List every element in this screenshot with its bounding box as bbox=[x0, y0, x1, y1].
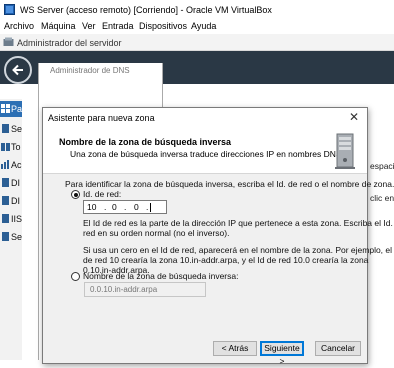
network-id-label: Id. de red: bbox=[83, 189, 122, 199]
chart-icon bbox=[1, 160, 9, 169]
server-icon bbox=[2, 124, 9, 133]
wizard-step-subtitle: Una zona de búsqueda inversa traduce dir… bbox=[70, 149, 344, 159]
zone-name-label: Nombre de la zona de búsqueda inversa: bbox=[83, 271, 239, 281]
network-id-octet-2[interactable]: 0 bbox=[112, 202, 117, 212]
sidebar-item-dhcp[interactable]: DI bbox=[0, 175, 22, 191]
octet-separator: . bbox=[104, 202, 107, 212]
zone-name-radio[interactable] bbox=[71, 272, 80, 281]
new-zone-wizard-dialog: Asistente para nueva zona ✕ Nombre de la… bbox=[42, 107, 394, 366]
dialog-title-bar: Asistente para nueva zona ✕ bbox=[43, 108, 367, 128]
menu-maquina[interactable]: Máquina bbox=[41, 21, 76, 31]
menu-ver[interactable]: Ver bbox=[82, 21, 96, 31]
network-id-octet-1[interactable]: 10 bbox=[87, 202, 96, 212]
sidebar-item-panel[interactable]: Pa bbox=[0, 101, 22, 117]
sidebar-item-label: Se bbox=[11, 232, 23, 242]
wizard-header: Nombre de la zona de búsqueda inversa Un… bbox=[43, 128, 367, 174]
next-button[interactable]: Siguiente > bbox=[260, 341, 304, 366]
sidebar-item-local-server[interactable]: Se bbox=[0, 121, 22, 137]
sidebar-item-label: Pa bbox=[11, 104, 23, 114]
iis-icon bbox=[2, 214, 9, 223]
sidebar-item-label: DI bbox=[11, 178, 20, 188]
back-navigation-button[interactable] bbox=[4, 56, 32, 84]
sidebar-item-dns[interactable]: DI bbox=[0, 193, 22, 209]
help-text-line: red en su orden normal (no el inverso). bbox=[83, 228, 230, 238]
menu-ayuda[interactable]: Ayuda bbox=[191, 21, 216, 31]
zero-note-line: Si usa un cero en el Id de red, aparecer… bbox=[83, 245, 394, 255]
help-text-line: El Id de red es la parte de la dirección… bbox=[83, 218, 394, 228]
network-icon bbox=[2, 178, 9, 187]
server-manager-icon bbox=[3, 37, 14, 46]
background-text-fragment: espacio bbox=[370, 161, 394, 171]
zone-name-input[interactable]: 0.0.10.in-addr.arpa bbox=[84, 282, 206, 297]
network-id-input[interactable]: 10 . 0 . 0 . bbox=[83, 200, 167, 214]
sidebar-item-ad[interactable]: Ac bbox=[0, 157, 22, 173]
background-text-fragment: clic en Ze bbox=[370, 193, 394, 203]
menu-dispositivos[interactable]: Dispositivos bbox=[139, 21, 187, 31]
server-manager-title: Administrador del servidor bbox=[17, 38, 122, 48]
instruction-text: Para identificar la zona de búsqueda inv… bbox=[65, 179, 394, 189]
services-icon bbox=[2, 232, 9, 241]
server-manager-sidebar: Pa Se To Ac DI DI IIS Se bbox=[0, 99, 22, 360]
octet-separator: . bbox=[146, 202, 149, 212]
server-manager-title-bar: Administrador del servidor bbox=[0, 34, 394, 51]
sidebar-item-services[interactable]: Se bbox=[0, 229, 22, 245]
network-id-octet-3[interactable]: 0 bbox=[134, 202, 139, 212]
guest-screen: Administrador del servidor Pa Se To Ac D… bbox=[0, 34, 394, 366]
sidebar-item-iis[interactable]: IIS bbox=[0, 211, 22, 227]
dns-icon bbox=[2, 196, 9, 205]
sidebar-item-label: To bbox=[11, 142, 21, 152]
cancel-button[interactable]: Cancelar bbox=[315, 341, 361, 356]
octet-separator: . bbox=[124, 202, 127, 212]
close-icon[interactable]: ✕ bbox=[349, 110, 359, 124]
server-tower-icon bbox=[335, 133, 355, 169]
sidebar-item-label: IIS bbox=[11, 214, 23, 224]
dashboard-icon bbox=[1, 104, 10, 113]
window-title: WS Server (acceso remoto) [Corriendo] - … bbox=[20, 5, 272, 15]
virtualbox-title-bar: WS Server (acceso remoto) [Corriendo] - … bbox=[0, 0, 394, 20]
zone-name-value: 0.0.10.in-addr.arpa bbox=[90, 285, 158, 294]
dns-manager-title: Administrador de DNS bbox=[50, 66, 130, 75]
text-cursor bbox=[150, 203, 151, 212]
sidebar-item-label: Ac bbox=[11, 160, 22, 170]
dialog-title: Asistente para nueva zona bbox=[48, 113, 155, 123]
back-button[interactable]: < Atrás bbox=[213, 341, 257, 356]
arrow-left-icon bbox=[12, 64, 23, 76]
servers-icon bbox=[1, 143, 10, 151]
menu-entrada[interactable]: Entrada bbox=[102, 21, 134, 31]
network-id-radio[interactable] bbox=[71, 190, 80, 199]
zero-note-line: de red 10 crearía la zona 10.in-addr.arp… bbox=[83, 255, 369, 265]
menu-archivo[interactable]: Archivo bbox=[4, 21, 34, 31]
sidebar-item-all-servers[interactable]: To bbox=[0, 139, 22, 155]
menu-bar: Archivo Máquina Ver Entrada Dispositivos… bbox=[0, 20, 394, 34]
virtualbox-icon bbox=[4, 4, 15, 15]
sidebar-item-label: DI bbox=[11, 196, 20, 206]
wizard-step-title: Nombre de la zona de búsqueda inversa bbox=[59, 137, 232, 147]
sidebar-item-label: Se bbox=[11, 124, 23, 134]
